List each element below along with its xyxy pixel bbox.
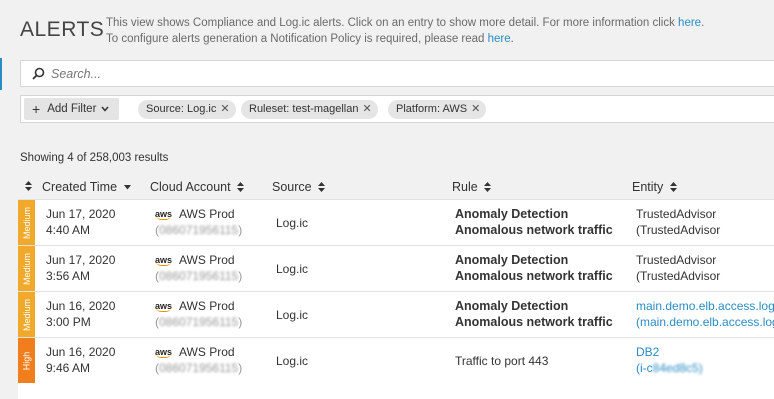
sort-icon <box>318 182 326 192</box>
account-id: 086071956115 <box>159 269 239 283</box>
sort-icon <box>484 182 492 192</box>
table-row[interactable]: Medium Jun 17, 2020 4:40 AM aws AWS Prod (… <box>18 199 774 245</box>
created-time: Jun 17, 2020 3:56 AM <box>46 253 116 283</box>
account-id: 086071956115 <box>159 223 239 237</box>
alert-rule: Anomaly Detection Anomalous network traff… <box>455 299 613 329</box>
table-header: Created Time Cloud Account Source Rule E… <box>0 176 774 198</box>
severity-badge: Medium <box>18 246 35 291</box>
column-header-source[interactable]: Source <box>272 180 326 194</box>
cloud-account: aws AWS Prod (086071956115) <box>155 345 243 375</box>
sort-icon <box>669 182 677 192</box>
filter-chip-ruleset[interactable]: Ruleset: test-magellan ✕ <box>241 100 378 119</box>
created-time: Jun 16, 2020 9:46 AM <box>46 345 116 375</box>
close-icon[interactable]: ✕ <box>220 103 229 115</box>
aws-logo-icon: aws <box>155 255 173 266</box>
alert-entity: TrustedAdvisor (TrustedAdvisor <box>636 253 721 283</box>
alert-source: Log.ic <box>276 354 309 368</box>
column-header-cloud-account[interactable]: Cloud Account <box>150 180 245 194</box>
created-time: Jun 17, 2020 4:40 AM <box>46 207 116 237</box>
page-description: This view shows Compliance and Log.ic al… <box>106 16 704 47</box>
aws-logo-icon: aws <box>155 301 173 312</box>
alert-source: Log.ic <box>276 262 309 276</box>
search-input[interactable] <box>51 65 751 83</box>
page-header: ALERTS This view shows Compliance and Lo… <box>0 0 774 52</box>
alert-entity-link[interactable]: DB2 (i-c84ed8c5) <box>636 344 774 376</box>
page-title: ALERTS <box>20 18 105 41</box>
account-id: 086071956115 <box>159 361 239 375</box>
severity-badge: High <box>18 338 35 383</box>
search-icon <box>32 67 45 80</box>
created-time: Jun 16, 2020 3:00 PM <box>46 299 116 329</box>
description-line-1: This view shows Compliance and Log.ic al… <box>106 17 705 29</box>
alert-rule: Traffic to port 443 <box>455 354 549 368</box>
more-info-link[interactable]: here <box>678 17 701 29</box>
severity-badge: Medium <box>18 292 35 337</box>
severity-badge: Medium <box>18 200 35 245</box>
table-row[interactable]: Medium Jun 16, 2020 3:00 PM aws AWS Prod (… <box>18 291 774 337</box>
cloud-account: aws AWS Prod (086071956115) <box>155 253 243 283</box>
column-header-rule[interactable]: Rule <box>452 180 492 194</box>
description-line-2: To configure alerts generation a Notific… <box>106 32 514 45</box>
column-header-entity[interactable]: Entity <box>632 180 677 194</box>
sort-desc-icon <box>123 185 131 190</box>
sort-icon <box>237 182 245 192</box>
account-id: 086071956115 <box>159 315 239 329</box>
chevron-down-icon <box>101 106 109 112</box>
table-row[interactable]: High Jun 16, 2020 9:46 AM aws AWS Prod (08… <box>18 337 774 399</box>
cloud-account: aws AWS Prod (086071956115) <box>155 299 243 329</box>
table-row[interactable]: Medium Jun 17, 2020 3:56 AM aws AWS Prod (… <box>18 245 774 291</box>
alert-rule: Anomaly Detection Anomalous network traff… <box>455 207 613 237</box>
close-icon[interactable]: ✕ <box>471 103 480 115</box>
filter-chip-source[interactable]: Source: Log.ic ✕ <box>138 100 236 119</box>
cloud-account: aws AWS Prod (086071956115) <box>155 207 243 237</box>
sort-icon[interactable] <box>25 181 32 191</box>
results-count: Showing 4 of 258,003 results <box>20 152 169 164</box>
column-header-created-time[interactable]: Created Time <box>42 180 131 194</box>
notification-policy-link[interactable]: here <box>488 33 511 45</box>
filter-bar: + Add Filter Source: Log.ic ✕ Ruleset: te… <box>20 95 774 123</box>
aws-logo-icon: aws <box>155 347 173 358</box>
alert-entity: TrustedAdvisor (TrustedAdvisor <box>636 207 721 237</box>
search-box <box>20 60 774 87</box>
alert-source: Log.ic <box>276 216 309 230</box>
aws-logo-icon: aws <box>155 209 173 220</box>
close-icon[interactable]: ✕ <box>362 103 371 115</box>
alert-entity-link[interactable]: main.demo.elb.access.log (main.demo.elb.a… <box>636 298 774 330</box>
alert-rule: Anomaly Detection Anomalous network traff… <box>455 253 613 283</box>
add-filter-label: Add Filter <box>47 103 97 115</box>
filter-chip-platform[interactable]: Platform: AWS ✕ <box>388 100 487 119</box>
add-filter-button[interactable]: + Add Filter <box>24 98 119 120</box>
plus-icon: + <box>32 101 41 117</box>
alert-source: Log.ic <box>276 308 309 322</box>
active-section-marker <box>0 58 2 90</box>
